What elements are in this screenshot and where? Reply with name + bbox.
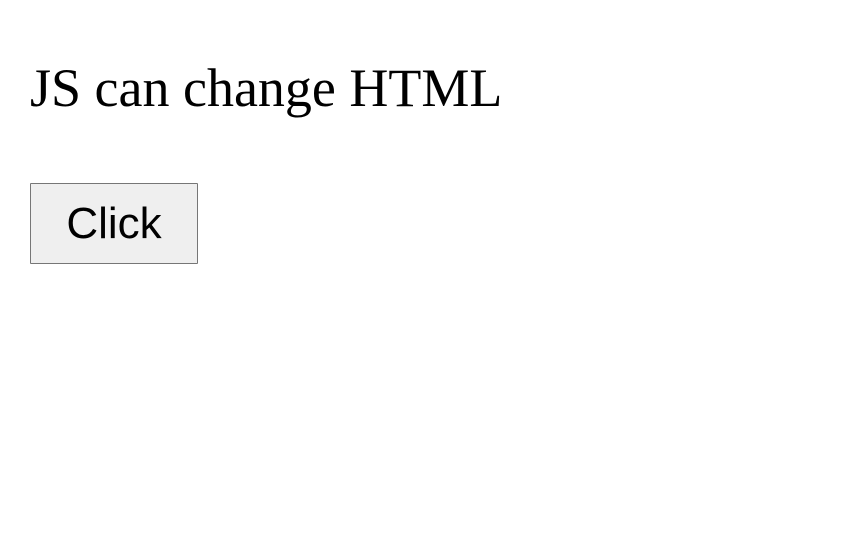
page: JS can change HTML Click [0,0,864,534]
demo-text: JS can change HTML [30,58,503,118]
click-button[interactable]: Click [30,183,198,264]
